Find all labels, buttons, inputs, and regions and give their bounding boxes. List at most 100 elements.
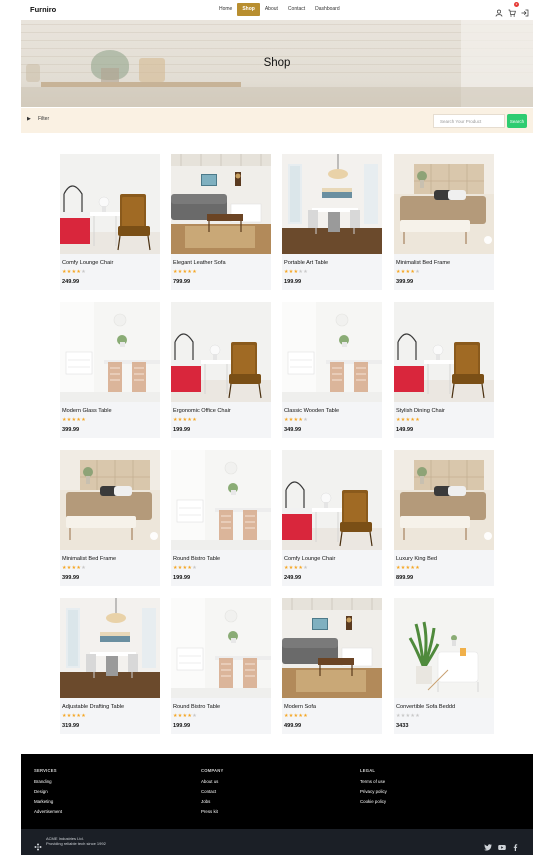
product-price: 499.99: [284, 723, 302, 729]
logout-icon[interactable]: [521, 4, 529, 17]
footer-link[interactable]: Branding: [34, 779, 62, 784]
product-card[interactable]: Round Bistro Table ★★★★★ 199.99: [171, 598, 271, 734]
product-name[interactable]: Modern Glass Table: [62, 408, 112, 414]
footer-link[interactable]: Marketing: [34, 799, 62, 804]
product-name[interactable]: Portable Art Table: [284, 260, 328, 266]
product-name[interactable]: Comfy Lounge Chair: [62, 260, 113, 266]
product-image[interactable]: [394, 154, 494, 254]
product-image[interactable]: [394, 450, 494, 550]
product-card[interactable]: Comfy Lounge Chair ★★★★★ 249.99: [60, 154, 160, 290]
product-name[interactable]: Minimalist Bed Frame: [396, 260, 450, 266]
product-card[interactable]: Comfy Lounge Chair ★★★★★ 249.99: [282, 450, 382, 586]
product-card[interactable]: Modern Glass Table ★★★★★ 399.99: [60, 302, 160, 438]
star-empty-icon: ★: [415, 269, 420, 275]
product-name[interactable]: Comfy Lounge Chair: [284, 556, 335, 562]
product-card[interactable]: Elegant Leather Sofa ★★★★★ 799.99: [171, 154, 271, 290]
product-image[interactable]: [171, 154, 271, 254]
product-image[interactable]: [394, 598, 494, 698]
product-rating: ★★★★★: [173, 713, 197, 719]
product-image[interactable]: [282, 450, 382, 550]
product-price: 399.99: [62, 427, 80, 433]
footer-col-services: SERVICES Branding Design Marketing Adver…: [34, 768, 62, 819]
product-name[interactable]: Elegant Leather Sofa: [173, 260, 226, 266]
product-rating: ★★★★★: [62, 417, 86, 423]
star-filled-icon: ★: [192, 269, 197, 275]
company-tagline: Providing reliable tech since 1992: [46, 841, 106, 846]
product-name[interactable]: Convertible Sofa Beddd: [396, 704, 455, 710]
product-card[interactable]: Stylish Dining Chair ★★★★★ 149.99: [394, 302, 494, 438]
product-image[interactable]: [171, 450, 271, 550]
product-rating: ★★★★★: [62, 269, 86, 275]
star-filled-icon: ★: [81, 713, 86, 719]
product-name[interactable]: Adjustable Drafting Table: [62, 704, 124, 710]
product-name[interactable]: Classic Wooden Table: [284, 408, 339, 414]
product-image[interactable]: [60, 450, 160, 550]
footer-col-company: COMPANY About us Contact Jobs Press kit: [201, 768, 224, 819]
product-image[interactable]: [282, 598, 382, 698]
user-icon[interactable]: [495, 4, 503, 17]
product-image[interactable]: [60, 302, 160, 402]
star-empty-icon: ★: [415, 713, 420, 719]
footer-link[interactable]: Contact: [201, 789, 224, 794]
product-name[interactable]: Round Bistro Table: [173, 556, 220, 562]
facebook-icon[interactable]: [512, 838, 519, 851]
product-image[interactable]: [171, 598, 271, 698]
product-image[interactable]: [282, 154, 382, 254]
footer-heading: LEGAL: [360, 768, 376, 773]
product-card[interactable]: Adjustable Drafting Table ★★★★★ 319.99: [60, 598, 160, 734]
product-image[interactable]: [394, 302, 494, 402]
product-card[interactable]: Minimalist Bed Frame ★★★★★ 399.99: [60, 450, 160, 586]
product-image[interactable]: [171, 302, 271, 402]
page-title: Shop: [263, 57, 291, 69]
product-name[interactable]: Stylish Dining Chair: [396, 408, 445, 414]
product-card[interactable]: Portable Art Table ★★★★★ 199.99: [282, 154, 382, 290]
search-input[interactable]: [433, 114, 505, 128]
product-rating: ★★★★★: [396, 713, 420, 719]
footer-link[interactable]: Terms of use: [360, 779, 387, 784]
nav-link-contact[interactable]: Contact: [283, 3, 310, 16]
product-name[interactable]: Luxury King Bed: [396, 556, 437, 562]
nav-link-dashboard[interactable]: Dashboard: [310, 3, 344, 16]
product-image[interactable]: [60, 154, 160, 254]
footer-link[interactable]: Advertisement: [34, 809, 62, 814]
star-filled-icon: ★: [192, 417, 197, 423]
cart-icon[interactable]: 2: [508, 2, 519, 17]
footer-link[interactable]: Jobs: [201, 799, 224, 804]
nav-icons: 2: [495, 2, 529, 17]
product-card[interactable]: Modern Sofa ★★★★★ 499.99: [282, 598, 382, 734]
product-image[interactable]: [282, 302, 382, 402]
youtube-icon[interactable]: [498, 838, 506, 850]
product-card[interactable]: Round Bistro Table ★★★★★ 199.99: [171, 450, 271, 586]
product-name[interactable]: Ergonomic Office Chair: [173, 408, 231, 414]
top-nav: Furniro Home Shop About Contact Dashboar…: [0, 0, 554, 20]
footer-link[interactable]: Cookie policy: [360, 799, 387, 804]
product-image[interactable]: [60, 598, 160, 698]
twitter-icon[interactable]: [484, 838, 492, 851]
footer-link[interactable]: Privacy policy: [360, 789, 387, 794]
footer-link[interactable]: Design: [34, 789, 62, 794]
product-card[interactable]: Ergonomic Office Chair ★★★★★ 199.99: [171, 302, 271, 438]
product-name[interactable]: Round Bistro Table: [173, 704, 220, 710]
product-rating: ★★★★★: [173, 269, 197, 275]
product-price: 899.99: [396, 575, 414, 581]
nav-link-about[interactable]: About: [260, 3, 283, 16]
nav-link-home[interactable]: Home: [214, 3, 237, 16]
star-empty-icon: ★: [81, 269, 86, 275]
product-card[interactable]: Luxury King Bed ★★★★★ 899.99: [394, 450, 494, 586]
footer-col-legal: LEGAL Terms of use Privacy policy Cookie…: [360, 768, 387, 809]
product-card[interactable]: Classic Wooden Table ★★★★★ 349.99: [282, 302, 382, 438]
search-button[interactable]: Search: [507, 114, 527, 128]
footer: SERVICES Branding Design Marketing Adver…: [21, 754, 533, 829]
product-name[interactable]: Minimalist Bed Frame: [62, 556, 116, 562]
product-rating: ★★★★★: [396, 565, 420, 571]
product-name[interactable]: Modern Sofa: [284, 704, 316, 710]
product-card[interactable]: Convertible Sofa Beddd ★★★★★ 3433: [394, 598, 494, 734]
nav-link-shop[interactable]: Shop: [237, 3, 260, 16]
brand-logo[interactable]: Furniro: [30, 5, 56, 14]
filter-label[interactable]: Filter: [38, 116, 49, 122]
filter-toggle-icon[interactable]: ▶: [27, 116, 31, 122]
footer-link[interactable]: About us: [201, 779, 224, 784]
product-price: 199.99: [173, 575, 191, 581]
footer-link[interactable]: Press kit: [201, 809, 224, 814]
product-card[interactable]: Minimalist Bed Frame ★★★★★ 399.99: [394, 154, 494, 290]
